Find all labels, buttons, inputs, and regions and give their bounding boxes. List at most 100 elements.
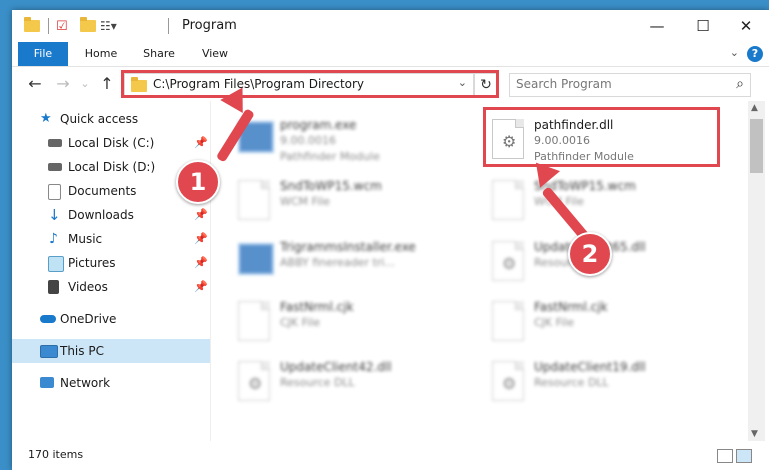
dll-icon: ⚙ — [238, 361, 270, 401]
vertical-scrollbar[interactable]: ▲ ▼ — [748, 101, 765, 441]
sidebar-item-label: Videos — [68, 280, 108, 294]
file-icon — [492, 180, 524, 220]
properties-icon[interactable]: ☑ — [56, 18, 68, 34]
exe-icon — [238, 243, 274, 275]
pin-icon[interactable]: 📌 — [194, 251, 208, 275]
callout-2: 2 — [568, 232, 612, 276]
folder-icon — [24, 17, 40, 34]
file-icon — [238, 301, 270, 341]
pin-icon[interactable]: 📌 — [194, 131, 208, 155]
scroll-down-icon[interactable]: ▼ — [751, 429, 758, 439]
file-name: UpdateClient42.dll — [280, 360, 392, 374]
list-item[interactable]: TrigrammsInstaller.exe ABBY finereader t… — [232, 237, 472, 291]
recent-locations-icon[interactable]: ⌄ — [74, 73, 96, 95]
divider — [48, 18, 49, 34]
tab-file[interactable]: File — [18, 42, 68, 66]
back-button[interactable]: ← — [24, 73, 46, 95]
music-icon: ♪ — [49, 231, 58, 247]
scroll-thumb[interactable] — [750, 119, 763, 173]
network-icon — [40, 377, 54, 388]
expand-ribbon-icon[interactable]: ⌄ — [730, 46, 739, 59]
scroll-up-icon[interactable]: ▲ — [751, 103, 758, 113]
close-button[interactable]: ✕ — [723, 10, 769, 42]
drive-icon — [48, 139, 62, 147]
sidebar-item-music[interactable]: ♪ Music 📌 — [12, 227, 210, 251]
pin-icon[interactable]: 📌 — [194, 227, 208, 251]
file-name: TrigrammsInstaller.exe — [280, 240, 416, 254]
list-item[interactable]: ⚙ UpdateClient42.dll Resource DLL — [232, 357, 472, 411]
tab-home[interactable]: Home — [76, 42, 126, 66]
sidebar-item-onedrive[interactable]: OneDrive — [12, 307, 210, 331]
sidebar-item-local-disk-c[interactable]: Local Disk (C:) 📌 — [12, 131, 210, 155]
file-meta: CJK File — [280, 316, 321, 329]
sidebar-item-quick-access[interactable]: ★ Quick access — [12, 107, 210, 131]
pin-icon[interactable]: 📌 — [194, 275, 208, 299]
file-meta: ABBY finereader tri... — [280, 256, 395, 269]
list-item[interactable]: ⚙ UpdateClient19.dll Resource DLL — [486, 357, 726, 411]
divider — [168, 18, 169, 34]
callout-1: 1 — [176, 160, 220, 204]
videos-icon — [48, 280, 59, 294]
divider — [210, 101, 211, 446]
documents-icon — [48, 184, 61, 200]
minimize-button[interactable]: — — [634, 10, 680, 42]
navigation-pane: ★ Quick access Local Disk (C:) 📌 Local D… — [12, 101, 210, 441]
tab-share[interactable]: Share — [134, 42, 184, 66]
list-item[interactable]: program.exe 9.00.0016 Pathfinder Module — [232, 115, 472, 169]
sidebar-item-videos[interactable]: Videos 📌 — [12, 275, 210, 299]
large-icons-view-icon[interactable] — [736, 449, 752, 463]
file-highlight-box — [483, 107, 720, 167]
search-input[interactable]: Search Program ⌕ — [509, 73, 751, 97]
status-bar: 170 items — [12, 441, 769, 470]
pictures-icon — [48, 256, 64, 272]
list-item[interactable]: SndToWP15.wcm WCM File — [232, 176, 472, 230]
cloud-icon — [40, 315, 56, 323]
new-folder-icon[interactable] — [80, 17, 96, 34]
sidebar-item-label: Local Disk (C:) — [68, 136, 155, 150]
sidebar-item-label: Documents — [68, 184, 137, 198]
file-meta: WCM File — [280, 195, 330, 208]
dll-icon: ⚙ — [492, 241, 524, 281]
list-item[interactable]: SndToWP15.wcm WCM File — [486, 176, 726, 230]
ribbon: File Home Share View ⌄ ? — [12, 42, 769, 67]
star-icon: ★ — [40, 111, 52, 126]
address-highlight-box — [121, 70, 499, 98]
list-item[interactable]: FastNrml.cjk CJK File — [486, 297, 726, 351]
forward-button[interactable]: → — [52, 73, 74, 95]
sidebar-item-downloads[interactable]: ↓ Downloads 📌 — [12, 203, 210, 227]
search-placeholder: Search Program — [516, 77, 612, 91]
file-name: program.exe — [280, 118, 357, 132]
window-title: Program — [182, 18, 237, 33]
computer-icon — [40, 345, 58, 358]
search-icon: ⌕ — [736, 76, 744, 92]
sidebar-item-label: This PC — [60, 344, 104, 358]
list-item[interactable]: FastNrml.cjk CJK File — [232, 297, 472, 351]
download-icon: ↓ — [48, 206, 61, 224]
file-icon — [492, 301, 524, 341]
pin-icon[interactable]: 📌 — [194, 203, 208, 227]
dll-icon: ⚙ — [492, 361, 524, 401]
customize-toolbar-icon[interactable]: ☷▾ — [100, 18, 117, 34]
item-count: 170 items — [28, 448, 84, 461]
sidebar-item-label: Music — [68, 232, 103, 246]
file-name: SndToWP15.wcm — [280, 179, 382, 193]
drive-icon — [48, 163, 62, 171]
tab-view[interactable]: View — [192, 42, 238, 66]
file-meta: 9.00.0016 — [280, 134, 336, 147]
sidebar-item-this-pc[interactable]: This PC — [12, 339, 210, 363]
sidebar-item-label: OneDrive — [60, 312, 117, 326]
file-name: FastNrml.cjk — [534, 300, 608, 314]
help-button[interactable]: ? — [747, 46, 763, 62]
file-meta: Resource DLL — [534, 376, 609, 389]
title-bar: ☑ ☷▾ Program — ☐ ✕ — [12, 10, 769, 42]
sidebar-item-label: Pictures — [68, 256, 116, 270]
sidebar-item-pictures[interactable]: Pictures 📌 — [12, 251, 210, 275]
up-button[interactable]: ↑ — [96, 73, 118, 95]
details-view-icon[interactable] — [717, 449, 733, 463]
sidebar-item-network[interactable]: Network — [12, 371, 210, 395]
file-name: FastNrml.cjk — [280, 300, 354, 314]
explorer-window: ☑ ☷▾ Program — ☐ ✕ File Home Share View … — [12, 10, 769, 470]
maximize-button[interactable]: ☐ — [680, 10, 726, 42]
file-name: UpdateClient19.dll — [534, 360, 646, 374]
sidebar-item-label: Local Disk (D:) — [68, 160, 156, 174]
